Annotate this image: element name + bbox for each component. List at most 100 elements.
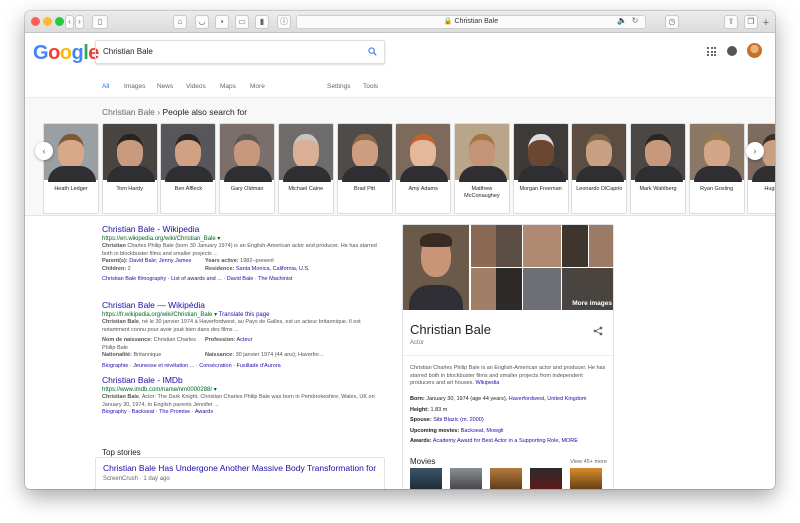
person-card[interactable]: Heath Ledger	[43, 123, 99, 214]
settings-link[interactable]: Settings	[327, 83, 351, 90]
photo-thumb[interactable]	[523, 225, 561, 267]
photo-thumb[interactable]	[496, 225, 522, 267]
reader-icon[interactable]: ▮	[255, 15, 269, 29]
person-card[interactable]: Michael Caine	[277, 123, 334, 214]
result-fact: Residence: Santa Monica, California, U.S…	[205, 266, 385, 274]
result-sitelinks[interactable]: Biography · Backseat · The Promise · Awa…	[102, 409, 387, 417]
movie-poster[interactable]	[490, 468, 522, 489]
result-title[interactable]: Christian Bale - IMDb	[102, 375, 387, 386]
carousel-prefix[interactable]: Christian Bale	[102, 107, 155, 117]
person-card[interactable]: Amy Adams	[395, 123, 452, 214]
main-photo[interactable]	[403, 225, 469, 310]
forward-icon[interactable]: ›	[75, 15, 84, 29]
fact-key: Nationalité:	[102, 352, 132, 358]
google-logo[interactable]: Google	[33, 42, 99, 65]
fact-link[interactable]: Backseat, Mowgli	[461, 428, 504, 434]
address-bar[interactable]: 🔒 Christian Bale	[296, 15, 646, 29]
fact-value[interactable]: Santa Monica, California, U.S.	[236, 266, 310, 272]
story-title[interactable]: Christian Bale Has Undergone Another Mas…	[103, 463, 377, 473]
result-sitelinks[interactable]: Biographie · Jeunesse et révélation ... …	[102, 363, 387, 371]
logo-letter: G	[33, 42, 49, 64]
person-card[interactable]: Mark Wahlberg	[630, 123, 686, 214]
download-icon[interactable]: ◷	[665, 15, 679, 29]
person-card[interactable]: Brad Pitt	[336, 123, 393, 214]
photo-thumb[interactable]	[496, 268, 522, 310]
movie-poster[interactable]	[450, 468, 482, 489]
audio-icon[interactable]: 🔈	[615, 15, 629, 29]
kp-fact: Spouse: Sibi Blazic (m. 2000)	[410, 417, 484, 423]
share-icon[interactable]	[593, 326, 603, 336]
view-more-movies-link[interactable]: View 45+ more	[570, 459, 607, 465]
more-images-link[interactable]: More images	[572, 300, 612, 307]
person-card[interactable]: Leonardo DiCaprio	[571, 123, 628, 214]
tab-all[interactable]: All	[102, 83, 109, 90]
tab-videos[interactable]: Videos	[186, 83, 206, 90]
extension-icon[interactable]: ▭	[235, 15, 249, 29]
snippet-text: , né le 30 janvier 1974 à Haverfordwest,…	[102, 319, 361, 333]
tab-images[interactable]: Images	[124, 83, 145, 90]
fact-link[interactable]: Academy Award for Best Actor in a Suppor…	[433, 438, 578, 444]
person-card[interactable]: Matthew McConaughey	[453, 123, 510, 214]
person-card[interactable]: Morgan Freeman	[512, 123, 569, 214]
fact-link[interactable]: Haverfordwest, United Kingdom	[509, 396, 587, 402]
fact-value: 1.83 m	[430, 407, 448, 413]
new-tab-icon[interactable]: +	[760, 17, 772, 29]
person-card[interactable]: Tom Hardy	[101, 123, 158, 214]
close-window-button[interactable]	[31, 17, 40, 26]
pocket-icon[interactable]: ◡	[195, 15, 209, 29]
search-icon[interactable]	[368, 47, 377, 56]
fact-key: Years active:	[205, 258, 239, 264]
wikipedia-link[interactable]: Wikipedia	[475, 380, 499, 386]
fact-key: Nom de naissance:	[102, 337, 153, 343]
fact-key: Height:	[410, 407, 429, 413]
dropdown-icon[interactable]: ▾	[214, 312, 217, 318]
tab-maps[interactable]: Maps	[220, 83, 236, 90]
result-title[interactable]: Christian Bale - Wikipedia	[102, 224, 387, 235]
lock-extension-icon[interactable]: ▪	[215, 15, 229, 29]
movie-poster[interactable]	[530, 468, 562, 489]
result-sitelinks[interactable]: Christian Bale filmography · List of awa…	[102, 276, 387, 284]
share-toolbar-icon[interactable]: ⇪	[724, 15, 738, 29]
tabs-icon[interactable]: ❐	[744, 15, 758, 29]
fact-link[interactable]: Sibi Blazic (m. 2000)	[433, 417, 483, 423]
notifications-icon[interactable]	[727, 46, 737, 56]
result-title[interactable]: Christian Bale — Wikipédia	[102, 300, 387, 311]
person-card[interactable]: Gary Oldman	[219, 123, 276, 214]
result-snippet: Christian Bale, né le 30 janvier 1974 à …	[102, 319, 387, 334]
dropdown-icon[interactable]: ▾	[214, 387, 217, 393]
search-input[interactable]: Christian Bale	[95, 40, 385, 64]
tab-more[interactable]: More	[250, 83, 265, 90]
person-card[interactable]: Ben Affleck	[160, 123, 217, 214]
minimize-window-button[interactable]	[43, 17, 52, 26]
movie-poster[interactable]	[570, 468, 602, 489]
person-photo	[454, 124, 509, 182]
tab-news[interactable]: News	[157, 83, 173, 90]
back-icon[interactable]: ‹	[65, 15, 74, 29]
photo-thumb[interactable]	[589, 225, 613, 267]
tools-link[interactable]: Tools	[363, 83, 378, 90]
home-icon[interactable]: ⌂	[173, 15, 187, 29]
photo-thumb[interactable]	[523, 268, 561, 310]
dropdown-icon[interactable]: ▾	[217, 236, 220, 242]
person-card[interactable]: Ryan Gosling	[688, 123, 745, 214]
carousel-next-icon[interactable]: ›	[746, 142, 764, 160]
lock-icon: 🔒	[443, 18, 453, 25]
fact-value[interactable]: Acteur	[237, 337, 253, 343]
sidebar-icon[interactable]: ▯	[92, 15, 108, 29]
story-meta: ScreenCrush · 1 day ago	[103, 476, 170, 482]
translate-link[interactable]: Translate this page	[219, 312, 270, 318]
person-photo	[689, 124, 744, 182]
movie-poster[interactable]	[410, 468, 442, 489]
apps-icon[interactable]	[707, 47, 716, 56]
person-card[interactable]: Hugh J...	[747, 123, 775, 214]
info-icon[interactable]: ⓘ	[277, 15, 291, 29]
story-card[interactable]: Christian Bale Has Undergone Another Mas…	[95, 457, 385, 489]
carousel-prev-icon[interactable]: ‹	[35, 142, 53, 160]
photo-thumb[interactable]	[562, 225, 588, 267]
avatar[interactable]	[747, 43, 762, 58]
reload-icon[interactable]: ↻	[628, 15, 642, 29]
fact-value[interactable]: David Bale; Jenny James	[129, 258, 191, 264]
knowledge-panel-images[interactable]: More images	[403, 225, 613, 310]
zoom-window-button[interactable]	[55, 17, 64, 26]
kp-fact: Awards: Academy Award for Best Actor in …	[410, 438, 578, 444]
